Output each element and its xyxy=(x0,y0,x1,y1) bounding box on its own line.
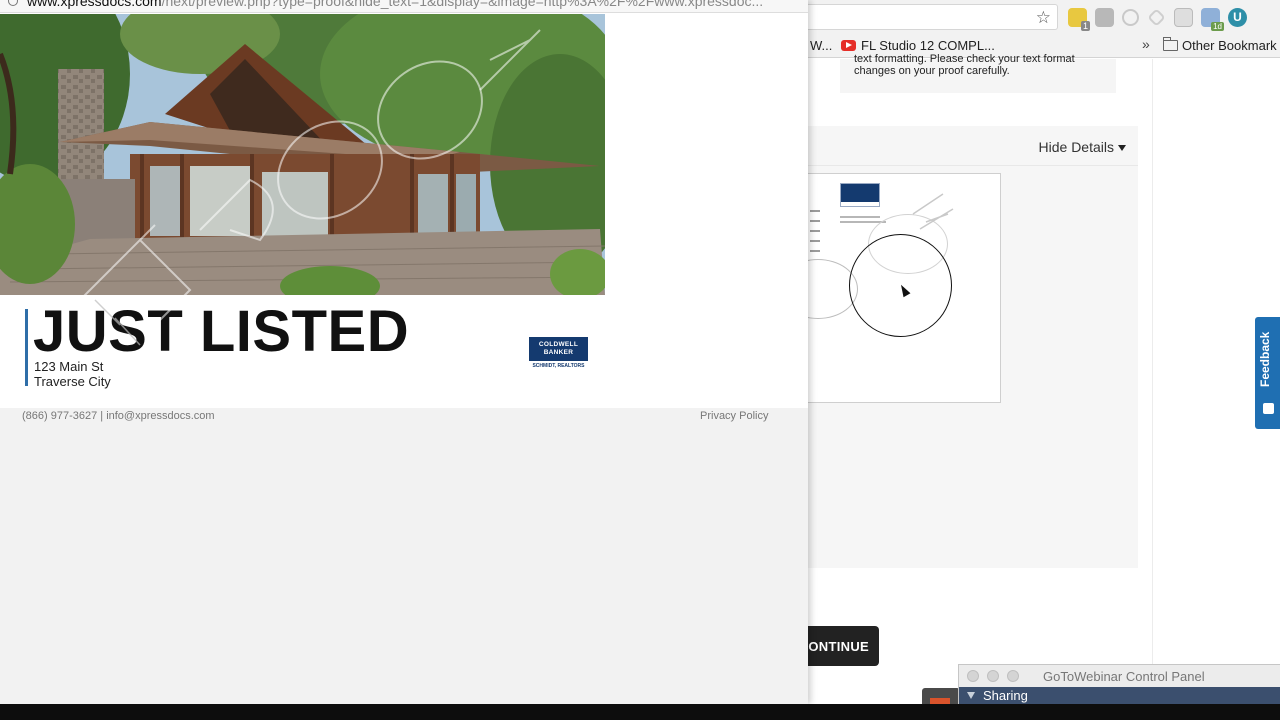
logo-line2: BANKER xyxy=(543,348,574,356)
gotowebinar-panel: GoToWebinar Control Panel Sharing xyxy=(958,664,1280,705)
gotowebinar-titlebar: GoToWebinar Control Panel xyxy=(959,665,1280,687)
dock-app-icon[interactable] xyxy=(922,688,960,704)
details-panel: Hide Details xyxy=(808,126,1138,568)
flyer-address-line1: 123 Main St xyxy=(34,359,104,374)
folder-icon xyxy=(1163,37,1178,51)
continue-button[interactable]: ONTINUE xyxy=(804,626,879,666)
format-notice: text formatting. Please check your text … xyxy=(840,53,1116,93)
caret-down-icon xyxy=(1118,145,1126,151)
screen: ☆ U W... FL Studio 12 COMPL... » Other xyxy=(0,0,1280,720)
proof-preview-window: www.xpressdocs.com/next/preview.php?type… xyxy=(0,0,808,704)
sharing-section-header[interactable]: Sharing xyxy=(959,687,1280,705)
extension-icon[interactable]: U xyxy=(1228,8,1247,27)
format-notice-text: text formatting. Please check your text … xyxy=(854,53,1075,77)
bookmarks-overflow-button[interactable]: » xyxy=(1142,36,1150,52)
bookmark-star-icon[interactable]: ☆ xyxy=(1036,8,1051,28)
url-path: /next/preview.php?type=proof&hide_text=1… xyxy=(161,0,764,9)
sharing-section-label: Sharing xyxy=(967,688,1028,703)
gotowebinar-title: GoToWebinar Control Panel xyxy=(1043,669,1205,684)
logo-line1: COLDWELL xyxy=(538,341,579,348)
window-minimize-button[interactable] xyxy=(987,670,999,682)
extension-icon[interactable] xyxy=(1068,8,1091,31)
logo-box: COLDWELL BANKER xyxy=(529,337,588,361)
extension-icon[interactable] xyxy=(1095,8,1114,27)
extension-icon[interactable] xyxy=(1174,8,1193,27)
page-divider xyxy=(1152,59,1153,704)
bookmark-fl-studio[interactable]: FL Studio 12 COMPL... xyxy=(841,38,995,53)
extension-icon[interactable] xyxy=(1147,8,1166,27)
address-bar[interactable]: ☆ xyxy=(790,4,1058,30)
lock-icon xyxy=(8,0,18,6)
feedback-tab[interactable]: Feedback xyxy=(1255,317,1280,429)
feedback-label: Feedback xyxy=(1258,331,1272,387)
bookmark-label: Other Bookmark xyxy=(1182,38,1277,53)
popup-url: www.xpressdocs.com/next/preview.php?type… xyxy=(27,0,763,9)
footer-contact: (866) 977-3627 | info@xpressdocs.com xyxy=(22,410,215,422)
extension-icon[interactable] xyxy=(1201,8,1225,31)
proof-thumbnail[interactable] xyxy=(808,173,1001,403)
window-zoom-button[interactable] xyxy=(1007,670,1019,682)
extension-icon[interactable] xyxy=(1122,9,1139,26)
window-close-button[interactable] xyxy=(967,670,979,682)
feedback-icon xyxy=(1263,403,1274,414)
hide-details-toggle[interactable]: Hide Details xyxy=(1039,139,1126,155)
other-bookmarks-folder[interactable]: Other Bookmark xyxy=(1163,37,1277,53)
sharing-label: Sharing xyxy=(983,688,1028,703)
bookmark-item[interactable]: W... xyxy=(810,38,832,53)
url-host: www.xpressdocs.com xyxy=(27,0,162,9)
coldwell-banker-logo: COLDWELL BANKER SCHMIDT, REALTORS xyxy=(529,337,588,373)
bookmark-label: FL Studio 12 COMPL... xyxy=(861,38,995,53)
details-header: Hide Details xyxy=(808,126,1138,166)
logo-subtitle: SCHMIDT, REALTORS xyxy=(532,363,585,369)
hide-details-label: Hide Details xyxy=(1038,139,1114,155)
accent-rule xyxy=(25,309,28,386)
privacy-policy-link[interactable]: Privacy Policy xyxy=(700,410,768,422)
screen-bottom-edge xyxy=(0,704,1280,720)
collapse-triangle-icon xyxy=(967,692,975,699)
flyer-text-area: JUST LISTED 123 Main St Traverse City CO… xyxy=(0,295,808,408)
extension-icons: U xyxy=(1068,8,1247,31)
popup-url-bar[interactable]: www.xpressdocs.com/next/preview.php?type… xyxy=(0,0,808,13)
youtube-icon xyxy=(841,40,856,51)
flyer-headline: JUST LISTED xyxy=(33,299,410,364)
listing-photo xyxy=(0,14,605,295)
preview-footer: (866) 977-3627 | info@xpressdocs.com Pri… xyxy=(0,408,808,704)
flyer-address-line2: Traverse City xyxy=(34,374,111,389)
